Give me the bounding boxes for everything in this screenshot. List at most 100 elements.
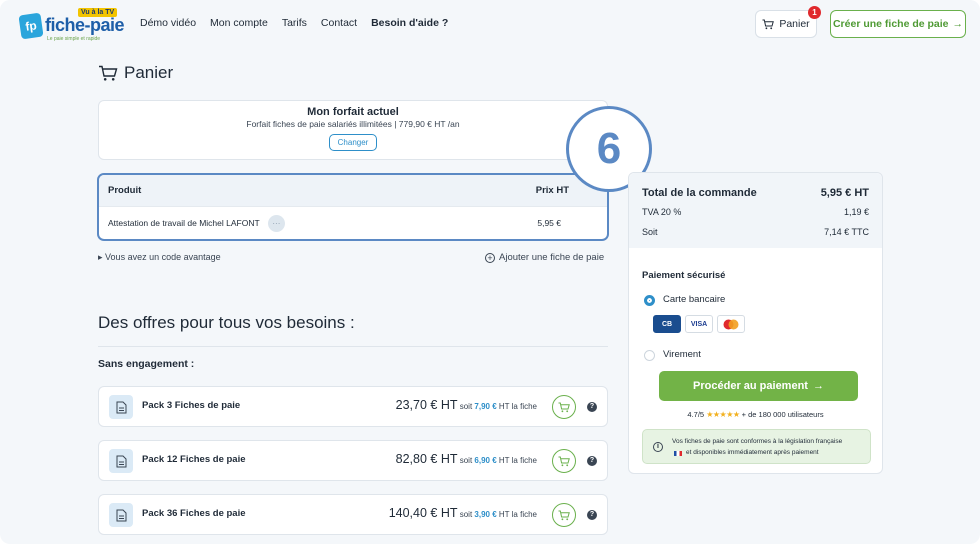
card-payment-label[interactable]: Carte bancaire [663, 294, 725, 305]
offer-unit-suffix: HT la fiche [498, 402, 537, 411]
offer-card: Pack 3 Fiches de paie 23,70 € HT soit 7,… [98, 386, 608, 427]
promo-code-link[interactable]: ▸ Vous avez un code avantage [98, 252, 221, 263]
ttc-label: Soit [642, 227, 658, 237]
add-to-cart-button[interactable] [552, 395, 576, 419]
cart-plus-icon [558, 510, 570, 520]
rating-users: + de 180 000 utilisateurs [741, 410, 824, 419]
offer-price: 140,40 € HT soit 3,90 € HT la fiche [389, 506, 537, 520]
cb-card-icon: CB [653, 315, 681, 333]
rating-score: 4.7/5 [687, 410, 705, 419]
add-to-cart-button[interactable] [552, 503, 576, 527]
nav-demo-video[interactable]: Démo vidéo [140, 17, 196, 29]
ttc-line: Soit 7,14 € TTC [642, 227, 869, 237]
legal-notice: i Vos fiches de paie sont conformes à la… [642, 429, 871, 464]
product-name: Attestation de travail de Michel LAFONT [108, 217, 260, 228]
plan-title: Mon forfait actuel [307, 106, 399, 118]
caret-right-icon: ▸ [98, 252, 103, 262]
help-icon[interactable]: ? [587, 402, 597, 412]
cart-count-badge: 1 [808, 6, 821, 19]
proceed-payment-button[interactable]: Procéder au paiement → [659, 371, 858, 401]
secure-payment-title: Paiement sécurisé [642, 270, 726, 281]
card-payment-radio[interactable] [644, 295, 655, 306]
page: fp fiche-paie Vu à la TV Le paie simple … [0, 0, 980, 544]
order-summary: Total de la commande 5,95 € HT TVA 20 % … [628, 172, 883, 474]
cart-icon [99, 65, 118, 81]
logo-mark: fp [18, 12, 44, 40]
info-icon: i [653, 442, 663, 452]
legal-line-1: Vos fiches de paie sont conformes à la l… [672, 438, 843, 445]
create-payslip-label: Créer une fiche de paie [832, 18, 949, 30]
more-options-button[interactable]: ··· [267, 214, 285, 232]
add-to-cart-button[interactable] [552, 449, 576, 473]
transfer-payment-label[interactable]: Virement [663, 349, 701, 360]
visa-card-icon: VISA [685, 315, 713, 333]
divider [98, 346, 608, 347]
help-icon[interactable]: ? [587, 510, 597, 520]
nav-mon-compte[interactable]: Mon compte [210, 17, 268, 29]
mastercard-icon [717, 315, 745, 333]
tv-badge: Vu à la TV [78, 8, 118, 17]
cart-plus-icon [558, 456, 570, 466]
add-payslip-link[interactable]: + Ajouter une fiche de paie [485, 252, 604, 263]
table-row: Attestation de travail de Michel LAFONT … [99, 206, 607, 239]
no-commitment-heading: Sans engagement : [98, 358, 195, 370]
legal-line-2: et disponibles immédiatement après paiem… [686, 449, 819, 456]
rating: 4.7/5 ★★★★★ + de 180 000 utilisateurs [629, 410, 882, 419]
offer-soit: soit [459, 402, 473, 411]
offer-soit: soit [459, 456, 473, 465]
document-icon [109, 449, 133, 473]
document-icon [109, 395, 133, 419]
offer-price: 82,80 € HT soit 6,90 € HT la fiche [396, 452, 537, 466]
offer-unit-suffix: HT la fiche [498, 510, 537, 519]
plus-circle-icon: + [485, 252, 495, 263]
tva-label: TVA 20 % [642, 207, 682, 217]
total-label: Total de la commande [642, 187, 757, 199]
total-line: Total de la commande 5,95 € HT [642, 187, 869, 199]
page-title: Panier [98, 63, 173, 83]
offer-name: Pack 3 Fiches de paie [142, 400, 241, 411]
arrow-right-icon: → [812, 380, 824, 392]
tva-value: 1,19 € [843, 207, 869, 217]
page-title-text: Panier [124, 63, 174, 82]
logo-brand: fiche-paie [45, 15, 125, 35]
logo-tagline: Le paie simple et rapide [47, 36, 101, 42]
arrow-right-icon: → [952, 18, 964, 30]
header: fp fiche-paie Vu à la TV Le paie simple … [0, 0, 980, 50]
add-payslip-label: Ajouter une fiche de paie [499, 252, 605, 263]
offer-card: Pack 12 Fiches de paie 82,80 € HT soit 6… [98, 440, 608, 481]
offer-card: Pack 36 Fiches de paie 140,40 € HT soit … [98, 494, 608, 535]
offer-unit-price: 7,90 € [474, 402, 497, 411]
nav-contact[interactable]: Contact [321, 17, 357, 29]
promo-code-label: Vous avez un code avantage [105, 252, 221, 262]
logo[interactable]: fp fiche-paie Vu à la TV Le paie simple … [18, 8, 125, 42]
help-icon[interactable]: ? [587, 456, 597, 466]
transfer-payment-radio[interactable] [644, 350, 655, 361]
col-price: Prix HT [535, 185, 569, 196]
nav-tarifs[interactable]: Tarifs [282, 17, 307, 29]
offer-price: 23,70 € HT soit 7,90 € HT la fiche [396, 398, 537, 412]
offer-unit-suffix: HT la fiche [498, 456, 537, 465]
product-price: 5,95 € [537, 218, 561, 228]
offer-name: Pack 12 Fiches de paie [142, 454, 246, 465]
offer-unit-price: 6,90 € [474, 456, 497, 465]
document-icon [109, 503, 133, 527]
create-payslip-button[interactable]: Créer une fiche de paie → [830, 10, 966, 38]
total-value: 5,95 € HT [820, 187, 869, 199]
cart-button[interactable]: Panier 1 [755, 6, 821, 38]
plan-subtitle: Forfait fiches de paie salariés illimité… [246, 119, 460, 129]
nav-besoin-aide[interactable]: Besoin d'aide ? [371, 17, 448, 29]
col-product: Produit [108, 185, 142, 196]
offer-total-price: 82,80 € HT [395, 452, 458, 466]
ttc-value: 7,14 € TTC [824, 227, 869, 237]
change-plan-button[interactable]: Changer [328, 134, 378, 151]
cart-plus-icon [558, 402, 570, 412]
table-header: Produit Prix HT [99, 175, 607, 206]
offer-total-price: 140,40 € HT [388, 506, 458, 520]
product-table: Produit Prix HT Attestation de travail d… [97, 173, 609, 241]
star-rating-icon: ★★★★★ [706, 410, 740, 419]
main-nav: Démo vidéo Mon compte Tarifs Contact Bes… [140, 17, 448, 29]
offer-name: Pack 36 Fiches de paie [142, 508, 246, 519]
french-flag-icon [674, 451, 682, 456]
offer-total-price: 23,70 € HT [395, 398, 458, 412]
cart-icon [762, 19, 775, 29]
